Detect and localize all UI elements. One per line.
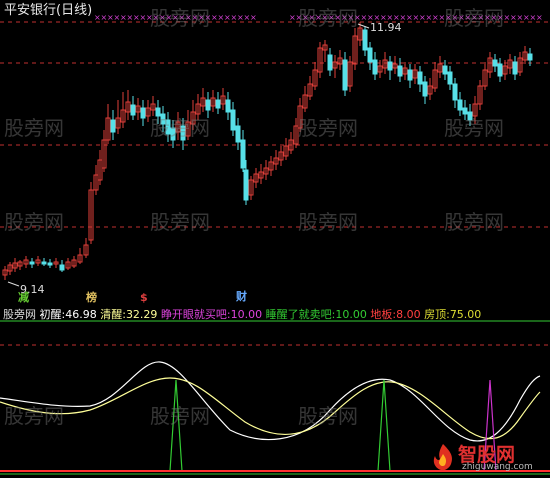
candle-body (225, 99, 231, 113)
candle-body (165, 119, 171, 135)
x-mark: × (536, 13, 543, 22)
candle-body (362, 29, 368, 51)
candle-body (442, 65, 448, 75)
buy-label: 睁开眼就买吧: (160, 308, 231, 321)
sell-label: 睡醒了就卖吧: (265, 308, 336, 321)
marker-jian: 减 (18, 291, 29, 304)
candle-body (512, 61, 518, 75)
marker-s: $ (140, 291, 148, 304)
kline-chart-window[interactable]: × × × × × × × × × × × × × × × × × × × × × × × × × × × × × × × × × × × × × × × ×… (0, 0, 550, 478)
candle-body (327, 54, 333, 71)
candle-body (452, 83, 458, 101)
qingxing-label: 清醒: (100, 308, 126, 321)
candle-body (41, 261, 47, 265)
candle-body (422, 81, 428, 97)
candle-body (527, 53, 533, 61)
candle-body (140, 107, 146, 119)
candle-body (240, 139, 246, 169)
candle-body (457, 99, 463, 111)
chuxing-label: 初醒: (39, 308, 66, 321)
buy-signal-spike (169, 379, 183, 472)
buy-value: 10.00 (230, 308, 263, 321)
candle-body (407, 69, 413, 81)
yellow-oscillator-line (0, 377, 541, 440)
candle-body (47, 262, 53, 266)
roof-value: 75.00 (449, 308, 482, 321)
chuxing-value: 46.98 (65, 308, 97, 321)
floor-value: 8.00 (396, 308, 421, 321)
candle-body (492, 59, 498, 67)
candle-body (497, 63, 503, 77)
candle-body (447, 71, 453, 85)
chart-canvas[interactable]: × × × × × × × × × × × × × × × × × × × × × × × × × × × × × × × × × × × × × × × ×… (0, 0, 550, 478)
candle-body (155, 107, 161, 117)
buy-signal-spike (377, 379, 391, 472)
candle-body (342, 59, 348, 91)
candle-body (130, 104, 136, 116)
candle-body (467, 111, 473, 121)
roof-label: 房顶: (424, 308, 450, 321)
low-price-arrow (7, 281, 20, 287)
flame-logo-icon (433, 444, 453, 471)
white-oscillator-line (0, 361, 541, 442)
site-logo: 智股网 zhiguwang.com (428, 440, 546, 474)
candle-body (243, 169, 249, 201)
candle-body (230, 109, 236, 131)
candle-body (372, 59, 378, 75)
candle-body (170, 127, 176, 141)
marker-bang: 榜 (86, 291, 97, 304)
indicator-legend: 股旁网 初醒:46.98 清醒:32.29 睁开眼就买吧:10.00 睡醒了就卖… (3, 306, 481, 322)
sell-value: 10.00 (335, 308, 367, 321)
candle-body (387, 61, 393, 71)
candle-body (59, 264, 65, 271)
candle-body (29, 261, 35, 265)
candle-body (110, 119, 116, 133)
x-mark: × (250, 13, 257, 22)
qingxing-value: 32.29 (125, 308, 158, 321)
marker-cai: 财 (236, 290, 247, 303)
candle-body (397, 65, 403, 77)
logo-url: zhiguwang.com (462, 462, 533, 472)
candle-body (235, 125, 241, 143)
indicator-name: 股旁网 (3, 308, 36, 321)
candle-body (215, 99, 221, 109)
high-price-label: 11.94 (370, 21, 402, 34)
chart-title: 平安银行(日线) (4, 3, 93, 18)
candle-body (180, 125, 186, 141)
candle-body (205, 99, 211, 111)
candle-body (367, 47, 373, 63)
candle-body (417, 71, 423, 85)
candle-body (160, 113, 166, 125)
floor-label: 地板: (370, 308, 397, 321)
candle-body (462, 107, 468, 115)
